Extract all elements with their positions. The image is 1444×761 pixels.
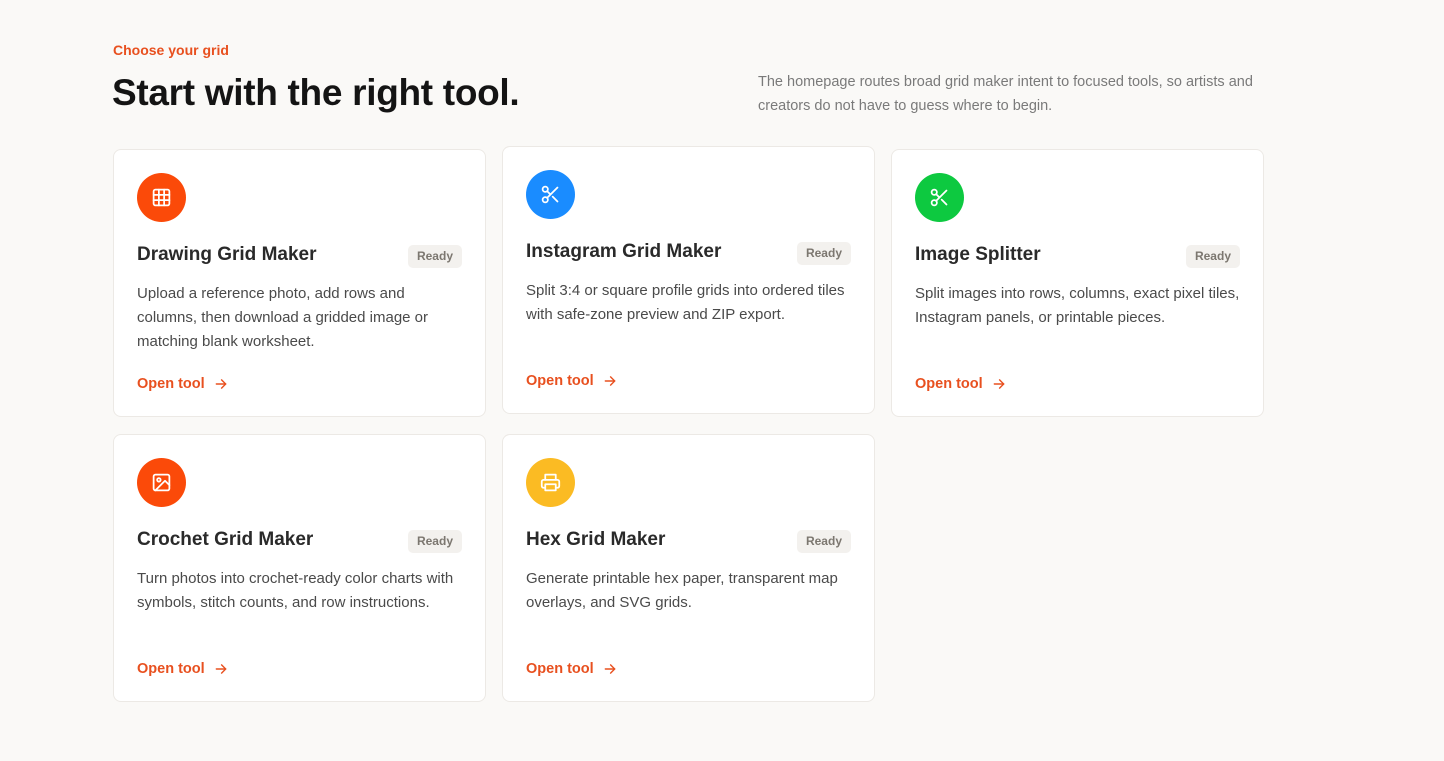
- card-description: Split images into rows, columns, exact p…: [915, 285, 1240, 326]
- card-title: Hex Grid Maker: [526, 529, 666, 550]
- tool-card-crochet-grid-maker[interactable]: Crochet Grid Maker Ready Turn photos int…: [113, 434, 486, 702]
- card-title: Instagram Grid Maker: [526, 241, 722, 262]
- arrow-right-icon: [604, 664, 616, 674]
- open-tool-label: Open tool: [915, 376, 983, 392]
- arrow-right-icon: [215, 379, 227, 389]
- status-badge: Ready: [1185, 245, 1240, 268]
- status-badge: Ready: [796, 530, 851, 553]
- open-tool-link[interactable]: Open tool: [137, 376, 228, 392]
- open-tool-label: Open tool: [526, 661, 594, 677]
- card-description: Generate printable hex paper, transparen…: [526, 570, 838, 611]
- tool-card-instagram-grid-maker[interactable]: Instagram Grid Maker Ready Split 3:4 or …: [502, 146, 875, 414]
- arrow-right-icon: [604, 376, 616, 386]
- tool-card-hex-grid-maker[interactable]: Hex Grid Maker Ready Generate printable …: [502, 434, 875, 702]
- card-description: Turn photos into crochet-ready color cha…: [137, 570, 454, 611]
- open-tool-link[interactable]: Open tool: [526, 373, 617, 389]
- tool-card-image-splitter[interactable]: Image Splitter Ready Split images into r…: [891, 149, 1264, 417]
- status-badge: Ready: [407, 530, 462, 553]
- arrow-right-icon: [215, 664, 227, 674]
- tool-card-drawing-grid-maker[interactable]: Drawing Grid Maker Ready Upload a refere…: [113, 149, 486, 417]
- scissors-icon: [526, 170, 575, 219]
- open-tool-link[interactable]: Open tool: [526, 661, 617, 677]
- card-description: Split 3:4 or square profile grids into o…: [526, 282, 845, 323]
- card-description: Upload a reference photo, add rows and c…: [137, 285, 429, 350]
- section-intro: The homepage routes broad grid maker int…: [758, 74, 1253, 114]
- card-title: Drawing Grid Maker: [137, 244, 317, 265]
- open-tool-label: Open tool: [526, 373, 594, 389]
- section-eyebrow: Choose your grid: [113, 42, 229, 58]
- status-badge: Ready: [407, 245, 462, 268]
- card-title: Image Splitter: [915, 244, 1041, 265]
- open-tool-label: Open tool: [137, 376, 205, 392]
- status-badge: Ready: [796, 242, 851, 265]
- page-title: Start with the right tool.: [112, 72, 520, 113]
- grid-icon: [137, 173, 186, 222]
- open-tool-link[interactable]: Open tool: [137, 661, 228, 677]
- image-icon: [137, 458, 186, 507]
- card-title: Crochet Grid Maker: [137, 529, 314, 550]
- page: Choose your grid Start with the right to…: [0, 0, 1444, 761]
- arrow-right-icon: [993, 379, 1005, 389]
- open-tool-label: Open tool: [137, 661, 205, 677]
- open-tool-link[interactable]: Open tool: [915, 376, 1006, 392]
- scissors-icon: [915, 173, 964, 222]
- printer-icon: [526, 458, 575, 507]
